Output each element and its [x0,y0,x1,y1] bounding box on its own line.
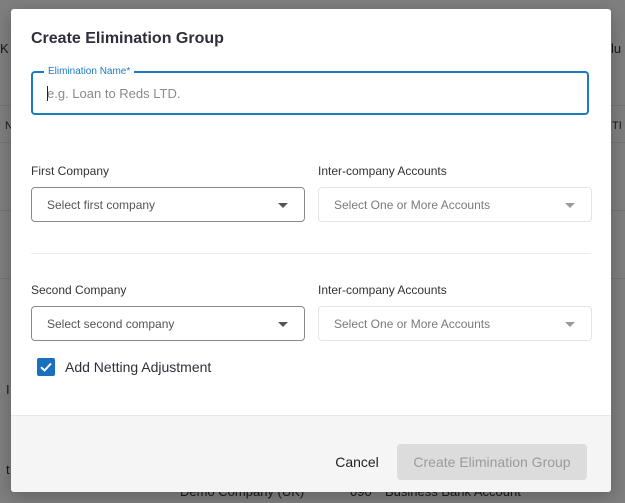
elimination-name-field[interactable]: Elimination Name* [31,65,589,115]
create-elimination-group-dialog: Create Elimination Group Elimination Nam… [11,9,611,492]
chevron-down-icon [278,203,288,208]
cancel-button[interactable]: Cancel [323,444,391,480]
first-accounts-placeholder: Select One or More Accounts [334,198,491,212]
second-accounts-label: Inter-company Accounts [318,283,447,297]
section-divider [31,253,591,254]
second-company-select[interactable]: Select second company [31,306,305,341]
text-caret [47,86,48,101]
first-accounts-select[interactable]: Select One or More Accounts [318,187,592,222]
chevron-down-icon [278,322,288,327]
create-elimination-group-button[interactable]: Create Elimination Group [397,444,587,480]
first-company-label: First Company [31,164,110,178]
check-icon [40,362,52,372]
chevron-down-icon [565,322,575,327]
first-company-select[interactable]: Select first company [31,187,305,222]
dialog-title: Create Elimination Group [31,30,224,47]
first-company-placeholder: Select first company [47,198,156,212]
second-accounts-placeholder: Select One or More Accounts [334,317,491,331]
dialog-footer: Cancel Create Elimination Group [11,415,611,492]
first-accounts-label: Inter-company Accounts [318,164,447,178]
netting-adjustment-checkbox[interactable] [37,358,55,376]
second-company-placeholder: Select second company [47,317,175,331]
elimination-name-input[interactable] [47,73,567,113]
netting-adjustment-label[interactable]: Add Netting Adjustment [65,359,211,375]
second-accounts-select[interactable]: Select One or More Accounts [318,306,592,341]
second-company-label: Second Company [31,283,127,297]
chevron-down-icon [565,203,575,208]
netting-adjustment-row: Add Netting Adjustment [37,357,211,377]
